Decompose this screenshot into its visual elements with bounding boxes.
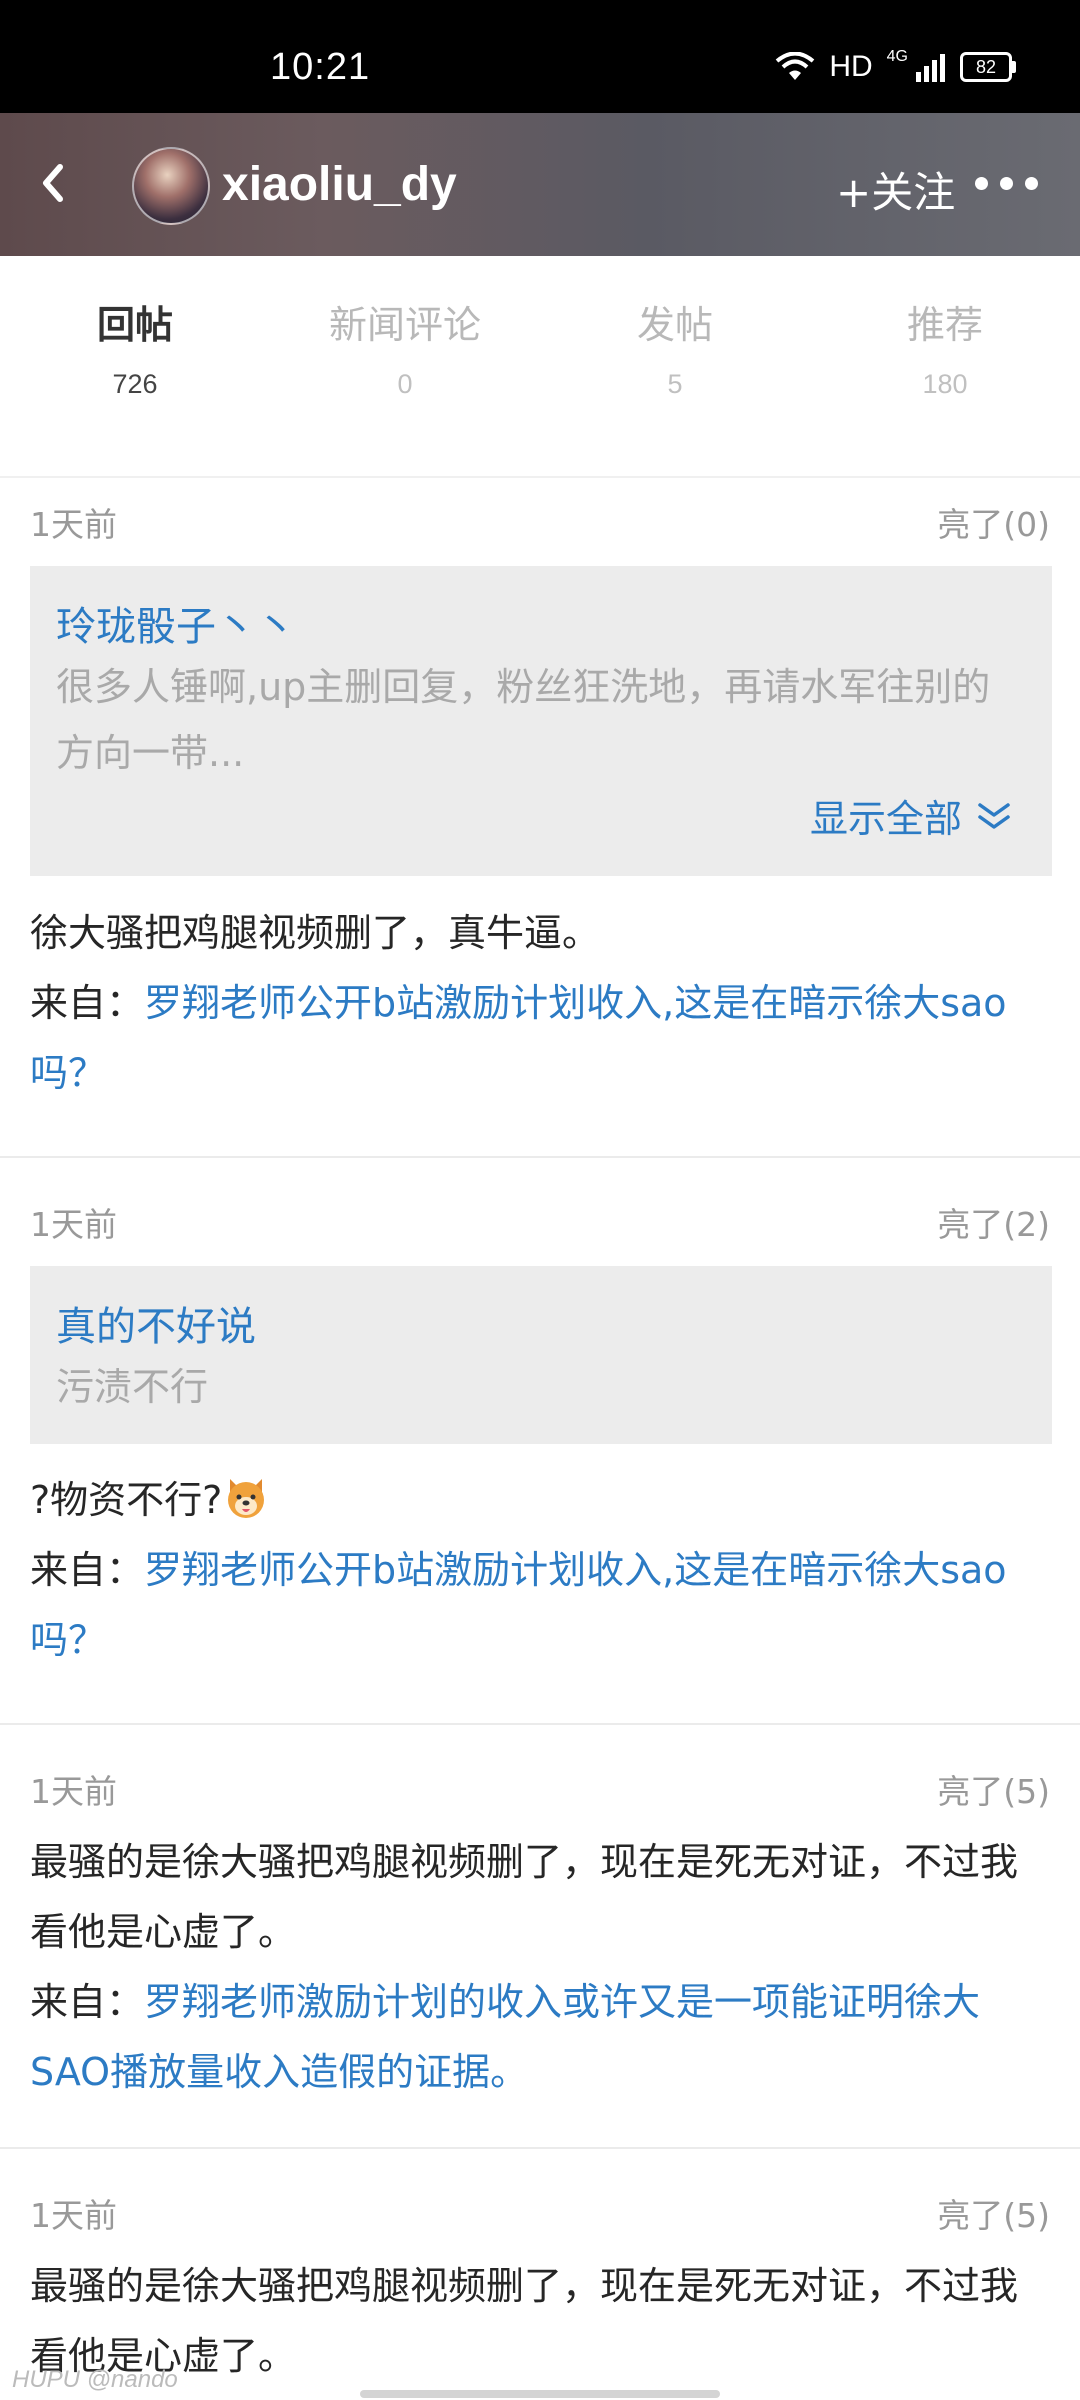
like-count[interactable]: 亮了(5) <box>937 2189 1050 2237</box>
post-time: 1天前 <box>30 1772 117 1811</box>
post-body: 最骚的是徐大骚把鸡腿视频删了，现在是死无对证，不过我看他是心虚了。 <box>30 2251 1052 2391</box>
quoted-reply[interactable]: 玲珑骰子丶丶 很多人锤啊,up主删回复，粉丝狂洗地，再请水军往别的方向一带...… <box>30 566 1052 876</box>
battery-level: 82 <box>975 56 997 77</box>
network-label: 4G <box>886 48 908 65</box>
post-content: ?物资不行? <box>30 1465 1060 1535</box>
post-body: 徐大骚把鸡腿视频删了，真牛逼。 来自：罗翔老师公开b站激励计划收入,这是在暗示徐… <box>30 898 1060 1108</box>
tab-replies[interactable]: 回帖 726 <box>25 294 245 400</box>
profile-tabs: 回帖 726 新闻评论 0 发帖 5 推荐 180 <box>0 256 1080 478</box>
like-count[interactable]: 亮了(0) <box>937 498 1050 546</box>
more-options-icon[interactable] <box>975 177 1038 190</box>
chevron-down-icon <box>978 802 1010 829</box>
list-item[interactable]: 1天前 亮了(5) 最骚的是徐大骚把鸡腿视频删了，现在是死无对证，不过我看他是心… <box>0 2151 1080 2400</box>
source-link[interactable]: 罗翔老师公开b站激励计划收入,这是在暗示徐大sao吗？ <box>30 1548 1007 1662</box>
post-content: 最骚的是徐大骚把鸡腿视频删了，现在是死无对证，不过我看他是心虚了。 <box>30 2264 1019 2378</box>
source-label: 来自： <box>30 1548 145 1592</box>
home-indicator[interactable] <box>360 2390 720 2398</box>
quoted-reply[interactable]: 真的不好说 污渍不行 <box>30 1266 1052 1444</box>
post-source: 来自：罗翔老师公开b站激励计划收入,这是在暗示徐大sao吗？ <box>30 968 1060 1108</box>
show-all-button[interactable]: 显示全部 <box>810 788 1012 843</box>
source-link[interactable]: 罗翔老师激励计划的收入或许又是一项能证明徐大SAO播放量收入造假的证据。 <box>30 1980 980 2094</box>
avatar[interactable] <box>132 147 210 225</box>
tab-count: 180 <box>922 369 968 399</box>
tab-count: 726 <box>112 369 158 399</box>
tab-count: 5 <box>667 369 683 399</box>
signal-icon <box>916 54 945 82</box>
follow-button[interactable]: +关注 <box>836 159 955 220</box>
tab-news-comments[interactable]: 新闻评论 0 <box>295 294 515 400</box>
quoted-user[interactable]: 真的不好说 <box>56 1294 256 1352</box>
tab-count: 0 <box>397 369 413 399</box>
like-count[interactable]: 亮了(5) <box>937 1765 1050 1813</box>
divider <box>0 2147 1080 2149</box>
list-item[interactable]: 1天前 亮了(0) 玲珑骰子丶丶 很多人锤啊,up主删回复，粉丝狂洗地，再请水军… <box>0 478 1080 1158</box>
battery-icon: 82 <box>960 52 1016 82</box>
hd-label: HD <box>829 50 873 83</box>
back-icon[interactable] <box>30 153 80 213</box>
quoted-text: 很多人锤啊,up主删回复，粉丝狂洗地，再请水军往别的方向一带... <box>56 665 991 775</box>
dog-emoji-icon <box>228 1479 265 1518</box>
wifi-icon <box>776 52 815 80</box>
status-time: 10:21 <box>270 46 371 88</box>
post-body: 最骚的是徐大骚把鸡腿视频删了，现在是死无对证，不过我看他是心虚了。 来自：罗翔老… <box>30 1827 1052 2107</box>
show-all-label: 显示全部 <box>809 797 962 841</box>
tab-recommend[interactable]: 推荐 180 <box>835 294 1055 400</box>
post-time: 1天前 <box>30 1205 117 1244</box>
source-label: 来自： <box>30 1980 145 2024</box>
tab-label: 回帖 <box>96 303 173 347</box>
username[interactable]: xiaoliu_dy <box>222 157 457 212</box>
profile-header: xiaoliu_dy +关注 <box>0 113 1080 256</box>
tab-label: 发帖 <box>636 303 713 347</box>
list-item[interactable]: 1天前 亮了(2) 真的不好说 污渍不行 ?物资不行? 来自：罗翔老师公开b站激… <box>0 1160 1080 1725</box>
post-source: 来自：罗翔老师激励计划的收入或许又是一项能证明徐大SAO播放量收入造假的证据。 <box>30 1967 1052 2107</box>
source-link[interactable]: 罗翔老师公开b站激励计划收入,这是在暗示徐大sao吗？ <box>30 981 1007 1095</box>
source-label: 来自： <box>30 981 145 1025</box>
status-bar: 10:21 HD 4G 82 <box>0 0 1080 113</box>
tab-label: 推荐 <box>906 303 983 347</box>
watermark: HUPU @nando <box>12 2366 178 2393</box>
post-time: 1天前 <box>30 2196 117 2235</box>
post-body: ?物资不行? 来自：罗翔老师公开b站激励计划收入,这是在暗示徐大sao吗？ <box>30 1465 1060 1675</box>
quoted-text: 污渍不行 <box>56 1365 209 1409</box>
post-content: 最骚的是徐大骚把鸡腿视频删了，现在是死无对证，不过我看他是心虚了。 <box>30 1840 1019 1954</box>
tab-label: 新闻评论 <box>328 303 481 347</box>
like-count[interactable]: 亮了(2) <box>937 1198 1050 1246</box>
divider <box>0 1156 1080 1158</box>
divider <box>0 1723 1080 1725</box>
tab-posts[interactable]: 发帖 5 <box>565 294 785 400</box>
post-time: 1天前 <box>30 505 117 544</box>
list-item[interactable]: 1天前 亮了(5) 最骚的是徐大骚把鸡腿视频删了，现在是死无对证，不过我看他是心… <box>0 1727 1080 2149</box>
quoted-user[interactable]: 玲珑骰子丶丶 <box>56 594 296 652</box>
post-content: 徐大骚把鸡腿视频删了，真牛逼。 <box>30 911 601 955</box>
post-source: 来自：罗翔老师公开b站激励计划收入,这是在暗示徐大sao吗？ <box>30 1535 1060 1675</box>
status-icons: HD 4G 82 <box>775 48 1016 84</box>
